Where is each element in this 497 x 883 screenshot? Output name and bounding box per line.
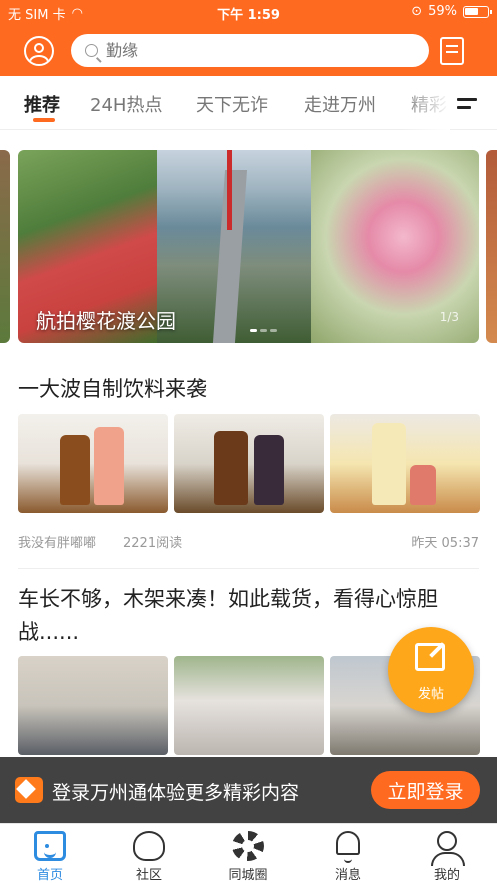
banner-dot — [260, 329, 267, 332]
banner-carousel[interactable]: 航拍樱花渡公园 1/3 — [18, 150, 479, 343]
tabbar-community[interactable]: 社区 — [109, 824, 189, 883]
article-reads: 2221阅读 — [123, 536, 183, 551]
user-head-icon — [34, 43, 44, 53]
thumbnail-drinks-1 — [18, 414, 168, 513]
tabbar-me[interactable]: 我的 — [407, 824, 487, 883]
new-post-label: 发帖 — [417, 687, 444, 702]
tabbar-label: 同城圈 — [228, 868, 268, 883]
banner-counter: 1/3 — [439, 310, 459, 324]
thumbnail-truck-2 — [174, 656, 324, 755]
tab-24h-hot[interactable]: 24H热点 — [90, 91, 162, 117]
banner-dot — [270, 329, 277, 332]
tab-wanzhou[interactable]: 走进万州 — [304, 91, 376, 117]
search-input[interactable] — [106, 41, 386, 60]
article-author: 我没有胖嘟嘟 — [18, 536, 97, 551]
article-thumbnails — [18, 414, 480, 513]
article-drinks[interactable]: 一大波自制饮料来袭 我没有胖嘟嘟 2221阅读 昨天 05:37 — [18, 373, 480, 553]
profile-icon — [431, 831, 465, 866]
banner-dot — [250, 329, 257, 332]
article-title: 一大波自制饮料来袭 — [18, 377, 207, 401]
bottle-shape — [410, 465, 436, 505]
login-prompt-text: 登录万州通体验更多精彩内容 — [52, 782, 300, 804]
tab-recommend[interactable]: 推荐 — [24, 91, 60, 117]
menu-line — [457, 98, 477, 101]
tab-no-fraud[interactable]: 天下无诈 — [196, 91, 268, 117]
home-icon — [34, 831, 66, 861]
status-right: ⊙ 59% — [411, 4, 492, 19]
thumbnail-drinks-3 — [330, 414, 480, 513]
banner-dots — [250, 329, 277, 332]
tabbar-messages[interactable]: 消息 — [308, 824, 388, 883]
thumbnail-drinks-2 — [174, 414, 324, 513]
login-button[interactable]: 立即登录 — [371, 771, 480, 809]
header — [0, 26, 497, 76]
banner-next-peek[interactable] — [486, 150, 497, 343]
shutter-icon — [232, 831, 264, 861]
tabbar-label: 社区 — [135, 868, 162, 883]
bridge-tower — [227, 150, 232, 230]
bottle-shape — [60, 435, 90, 505]
tabbar-label: 消息 — [334, 868, 361, 883]
bottom-tab-bar: 首页 社区 同城圈 消息 我的 — [0, 823, 497, 883]
menu-line — [457, 106, 471, 109]
search-icon — [85, 44, 98, 57]
banner-prev-peek[interactable] — [0, 150, 10, 343]
battery-icon — [463, 5, 492, 18]
banner-photo-bridge — [157, 150, 311, 343]
login-prompt-bar: 登录万州通体验更多精彩内容 立即登录 — [0, 757, 497, 823]
bottle-shape — [214, 431, 248, 505]
user-body-icon — [29, 55, 49, 64]
compose-icon[interactable] — [440, 37, 464, 65]
app-root: 无 SIM 卡 ◠ 下午 1:59 ⊙ 59% 推荐 24H热点 天下无诈 走进… — [0, 0, 497, 883]
compose-line — [446, 51, 458, 53]
thumbnail-truck-1 — [18, 656, 168, 755]
status-bar: 无 SIM 卡 ◠ 下午 1:59 ⊙ 59% — [0, 0, 497, 26]
active-tab-indicator — [33, 118, 55, 122]
bell-icon — [336, 831, 360, 863]
bottle-shape — [94, 427, 124, 505]
article-divider — [18, 568, 479, 569]
app-logo-icon — [15, 777, 43, 803]
banner-caption: 航拍樱花渡公园 — [36, 309, 176, 333]
tabbar-local-circle[interactable]: 同城圈 — [208, 824, 288, 883]
new-post-button[interactable]: 发帖 — [388, 627, 474, 713]
tab-menu-icon[interactable] — [457, 98, 477, 110]
bottle-shape — [254, 435, 284, 505]
tabs-fade — [400, 76, 450, 130]
bottle-shape — [372, 423, 406, 505]
search-bar[interactable] — [71, 34, 429, 67]
article-date: 昨天 05:37 — [411, 536, 479, 551]
user-avatar-button[interactable] — [24, 36, 54, 66]
edit-icon — [415, 643, 445, 671]
compose-line — [446, 45, 458, 47]
tabbar-label: 首页 — [36, 868, 63, 883]
tabbar-label: 我的 — [433, 868, 460, 883]
rotation-lock-icon: ⊙ — [411, 4, 423, 19]
battery-percent: 59% — [428, 4, 457, 19]
community-icon — [133, 831, 165, 861]
category-tabs: 推荐 24H热点 天下无诈 走进万州 精彩 — [0, 76, 497, 130]
tabbar-home[interactable]: 首页 — [10, 824, 90, 883]
